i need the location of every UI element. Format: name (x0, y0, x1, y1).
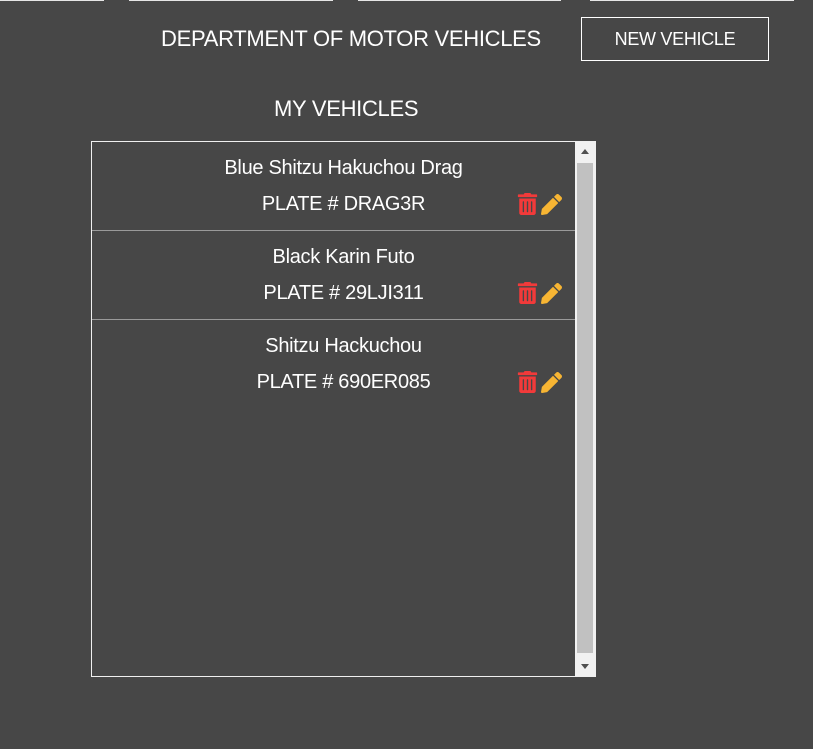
scroll-down-arrow-icon[interactable] (575, 657, 595, 676)
section-title: MY VEHICLES (274, 96, 419, 121)
new-vehicle-button[interactable]: NEW VEHICLE (581, 17, 769, 61)
vehicle-name: Shitzu Hackuchou (265, 335, 422, 357)
plate-label: PLATE # (263, 282, 340, 304)
top-tab-2[interactable] (129, 0, 333, 1)
trash-icon[interactable] (517, 193, 538, 215)
plate-label: PLATE # (256, 371, 334, 393)
vehicle-item: Blue Shitzu Hakuchou Drag PLATE # DRAG3R (92, 142, 575, 231)
pencil-icon[interactable] (541, 283, 562, 304)
vehicle-name: Black Karin Futo (272, 246, 415, 268)
pencil-icon[interactable] (541, 194, 562, 215)
plate-label: PLATE # (261, 193, 339, 215)
top-tab-1[interactable] (0, 0, 104, 1)
plate-number: 690ER085 (338, 371, 431, 393)
scroll-up-arrow-icon[interactable] (575, 142, 595, 161)
scrollbar[interactable] (575, 142, 595, 676)
vehicle-list[interactable]: Blue Shitzu Hakuchou Drag PLATE # DRAG3R… (91, 141, 596, 677)
vehicle-name: Blue Shitzu Hakuchou Drag (224, 157, 463, 179)
vehicle-item: Black Karin Futo PLATE # 29LJI311 (92, 231, 575, 320)
top-tab-4[interactable] (590, 0, 794, 1)
vehicle-list-content: Blue Shitzu Hakuchou Drag PLATE # DRAG3R… (92, 142, 575, 409)
trash-icon[interactable] (517, 371, 538, 393)
page-title: DEPARTMENT OF MOTOR VEHICLES (161, 26, 541, 51)
plate-number: 29LJI311 (345, 282, 424, 304)
top-tab-3[interactable] (358, 0, 561, 1)
scroll-thumb[interactable] (577, 163, 593, 653)
pencil-icon[interactable] (541, 372, 562, 393)
vehicle-item: Shitzu Hackuchou PLATE # 690ER085 (92, 320, 575, 409)
plate-number: DRAG3R (343, 193, 426, 215)
trash-icon[interactable] (517, 282, 538, 304)
